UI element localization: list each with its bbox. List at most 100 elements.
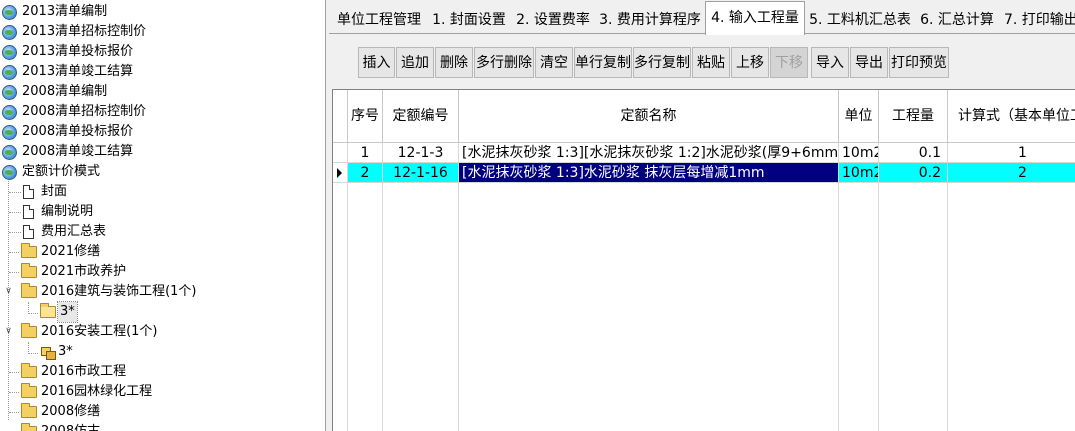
copy-rows-button[interactable]: 多行复制 xyxy=(633,47,691,78)
cell-unit[interactable]: 10m2 xyxy=(839,143,879,163)
tab-unit-project-management[interactable]: 单位工程管理 xyxy=(331,3,427,34)
globe-icon xyxy=(2,85,17,100)
column-header-formula[interactable]: 计算式（基本单位工 xyxy=(948,90,1075,143)
append-button[interactable]: 追加 xyxy=(396,47,434,78)
tree-item-label: 2013清单投标报价 xyxy=(22,44,134,59)
tree-item-label: 封面 xyxy=(41,184,68,199)
tree-item-label: 2021修缮 xyxy=(41,244,101,259)
column-header-code[interactable]: 定额编号 xyxy=(383,90,459,143)
tree-item-label: 2013清单编制 xyxy=(22,4,108,19)
cell-quantity[interactable]: 0.2 xyxy=(879,163,948,183)
export-button[interactable]: 导出 xyxy=(850,47,888,78)
document-icon xyxy=(23,185,34,199)
tree-connector xyxy=(9,212,21,213)
cell-seq[interactable]: 1 xyxy=(348,143,383,163)
tree-connector xyxy=(9,232,21,233)
column-header-unit[interactable]: 单位 xyxy=(839,90,879,143)
column-header-quantity[interactable]: 工程量 xyxy=(879,90,948,143)
project-tree[interactable]: 2013清单编制 2013清单招标控制价 2013清单投标报价 2013清单竣工… xyxy=(0,0,326,431)
tree-item-label: 2008清单编制 xyxy=(22,84,108,99)
tab-materials-summary[interactable]: 5. 工料机汇总表 xyxy=(805,3,915,34)
tab-set-rates[interactable]: 2. 设置费率 xyxy=(511,3,595,34)
tab-bar: 单位工程管理 1. 封面设置 2. 设置费率 3. 费用计算程序 4. 输入工程… xyxy=(329,0,1075,35)
cell-formula[interactable]: 1 xyxy=(948,143,1075,163)
tree-item-label: 费用汇总表 xyxy=(41,224,107,239)
move-down-button[interactable]: 下移 xyxy=(770,47,808,78)
globe-icon xyxy=(2,165,17,180)
tree-connector xyxy=(9,272,19,273)
tab-input-quantities[interactable]: 4. 输入工程量 xyxy=(705,1,805,35)
folder-icon xyxy=(21,263,37,278)
tree-item-label: 2008清单竣工结算 xyxy=(22,144,134,159)
delete-button[interactable]: 删除 xyxy=(435,47,473,78)
paste-button[interactable]: 粘贴 xyxy=(692,47,730,78)
tree-item-label: 2013清单招标控制价 xyxy=(22,24,147,39)
row-indicator-header xyxy=(333,90,348,143)
tree-item-label: 3* xyxy=(58,344,73,359)
folder-icon xyxy=(21,243,37,258)
column-header-name[interactable]: 定额名称 xyxy=(459,90,839,143)
grid-line xyxy=(458,143,459,431)
cell-quantity[interactable]: 0.1 xyxy=(879,143,948,163)
cell-name[interactable]: [水泥抹灰砂浆 1:3][水泥抹灰砂浆 1:2]水泥砂浆(厚9+6mm) 砖 xyxy=(459,143,839,163)
print-preview-button[interactable]: 打印预览 xyxy=(889,47,949,78)
grid-line xyxy=(947,143,948,431)
cell-seq[interactable]: 2 xyxy=(348,163,383,183)
folder-icon xyxy=(21,363,37,378)
tree-item-label: 2016市政工程 xyxy=(41,364,127,379)
tree-item-label: 定额计价模式 xyxy=(22,164,101,179)
globe-icon xyxy=(2,25,17,40)
folder-icon xyxy=(21,423,37,431)
tree-item-label: 2013清单竣工结算 xyxy=(22,64,134,79)
document-icon xyxy=(23,225,34,239)
tree-connector xyxy=(8,178,9,420)
tree-item-label: 2016建筑与装饰工程(1个) xyxy=(41,284,197,299)
tree-connector xyxy=(9,372,19,373)
move-up-button[interactable]: 上移 xyxy=(731,47,769,78)
grid-line xyxy=(382,143,383,431)
globe-icon xyxy=(2,105,17,120)
tab-cover-settings[interactable]: 1. 封面设置 xyxy=(427,3,511,34)
globe-icon xyxy=(2,125,17,140)
quota-grid[interactable]: 序号 定额编号 定额名称 单位 工程量 计算式（基本单位工 1 12-1-3 [… xyxy=(332,89,1075,431)
clear-button[interactable]: 清空 xyxy=(535,47,573,78)
folder-icon xyxy=(21,383,37,398)
tree-connector xyxy=(9,412,19,413)
tab-fee-calculation[interactable]: 3. 费用计算程序 xyxy=(595,3,705,34)
tab-print-output[interactable]: 7. 打印输出 xyxy=(999,3,1075,34)
collapse-chevron-icon[interactable]: ∨ xyxy=(4,287,13,296)
copy-row-button[interactable]: 单行复制 xyxy=(574,47,632,78)
tree-connector xyxy=(29,353,38,354)
grid-line xyxy=(878,143,879,431)
globe-icon xyxy=(2,45,17,60)
tree-item-label: 编制说明 xyxy=(41,204,94,219)
tree-connector xyxy=(9,392,19,393)
collapse-chevron-icon[interactable]: ∨ xyxy=(4,327,13,336)
row-indicator[interactable] xyxy=(333,143,348,163)
globe-icon xyxy=(2,5,17,20)
tree-connector xyxy=(9,192,21,193)
multi-delete-button[interactable]: 多行删除 xyxy=(474,47,534,78)
import-button[interactable]: 导入 xyxy=(811,47,849,78)
cell-name[interactable]: [水泥抹灰砂浆 1:3]水泥砂浆 抹灰层每增减1mm xyxy=(459,163,839,183)
cell-unit[interactable]: 10m2 xyxy=(839,163,879,183)
cell-formula[interactable]: 2 xyxy=(948,163,1075,183)
tree-connector xyxy=(29,313,38,314)
folder-icon xyxy=(21,403,37,418)
column-header-seq[interactable]: 序号 xyxy=(348,90,383,143)
document-icon xyxy=(23,205,34,219)
tree-item-label: 2008清单投标报价 xyxy=(22,124,134,139)
folder-icon xyxy=(21,323,37,338)
folder-icon xyxy=(21,283,37,298)
insert-button[interactable]: 插入 xyxy=(358,47,395,78)
tree-item-label: 2016园林绿化工程 xyxy=(41,384,153,399)
tree-connector xyxy=(9,252,19,253)
grid-line xyxy=(838,143,839,431)
row-indicator[interactable] xyxy=(333,163,348,183)
tree-item-label: 2008清单招标控制价 xyxy=(22,104,147,119)
project-icon xyxy=(41,347,56,360)
tree-item-label: 2008修缮 xyxy=(41,404,101,419)
cell-code[interactable]: 12-1-16 xyxy=(383,163,459,183)
cell-code[interactable]: 12-1-3 xyxy=(383,143,459,163)
tab-summary-calculation[interactable]: 6. 汇总计算 xyxy=(915,3,999,34)
